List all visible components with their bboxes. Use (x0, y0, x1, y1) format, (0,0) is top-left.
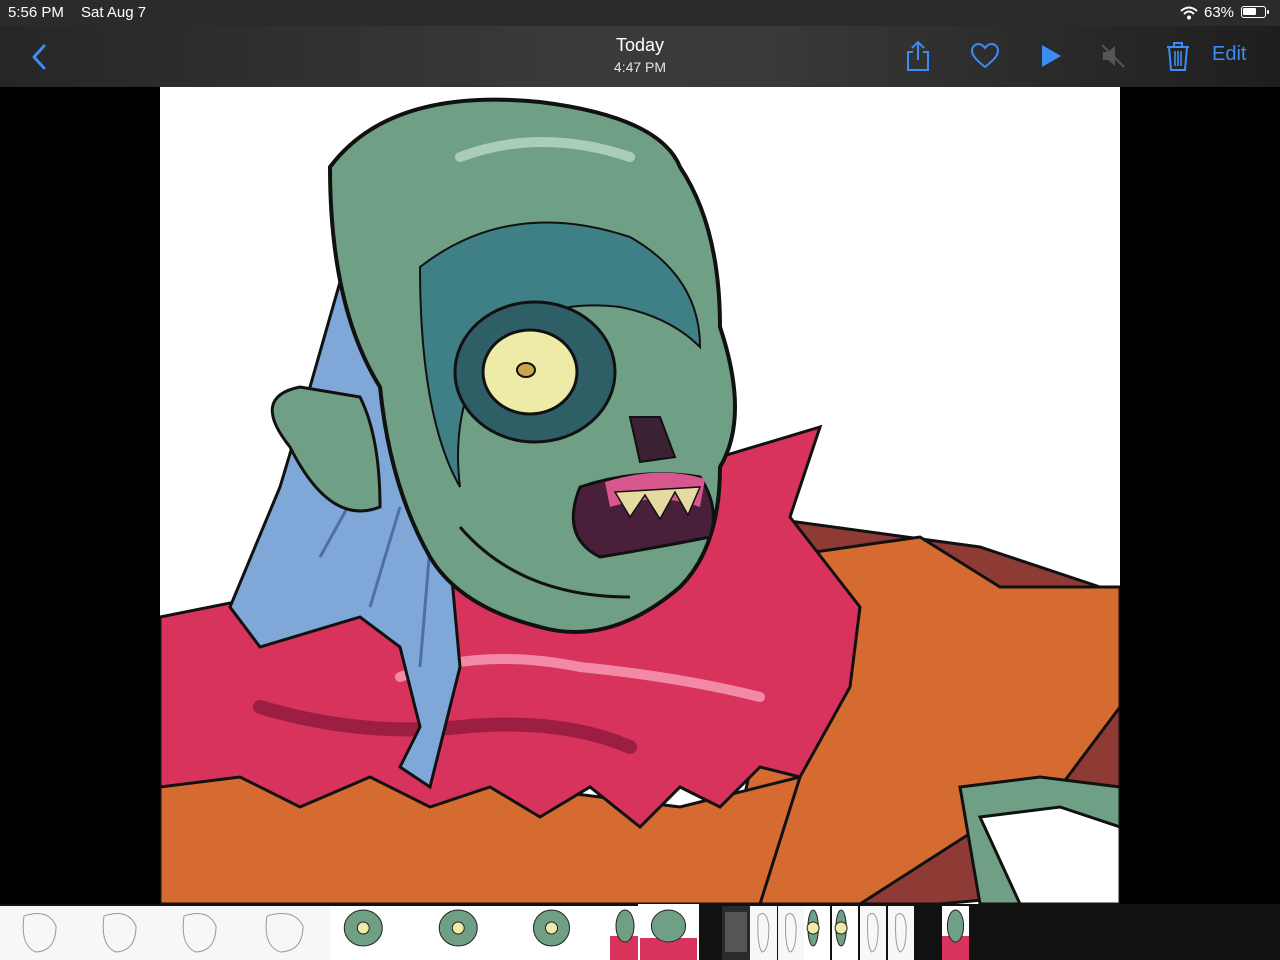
filmstrip-thumbnail[interactable] (610, 906, 640, 960)
filmstrip-thumbnail[interactable] (240, 906, 330, 960)
filmstrip[interactable] (0, 904, 1280, 960)
status-time: 5:56 PM (8, 4, 64, 21)
share-button[interactable] (900, 38, 936, 74)
filmstrip-thumbnail[interactable] (778, 906, 804, 960)
filmstrip-thumbnail[interactable] (832, 906, 858, 960)
zombie-illustration (160, 97, 1120, 904)
battery-percent: 63% (1204, 4, 1235, 21)
pupil (516, 362, 536, 378)
filmstrip-thumbnail[interactable] (942, 906, 969, 960)
nav-subtitle: 4:47 PM (613, 59, 667, 75)
speaker-muted-icon (1101, 44, 1125, 68)
back-button[interactable] (22, 40, 56, 74)
filmstrip-thumbnail[interactable] (888, 906, 914, 960)
filmstrip-thumbnail[interactable] (330, 906, 425, 960)
heart-icon (970, 42, 1000, 69)
filmstrip-thumbnail[interactable] (750, 906, 777, 960)
teeth (613, 486, 702, 521)
battery-icon (1241, 6, 1269, 18)
play-icon (1042, 45, 1061, 67)
delete-button[interactable] (1160, 38, 1196, 74)
status-date: Sat Aug 7 (81, 4, 147, 21)
filmstrip-thumbnail[interactable] (722, 906, 750, 960)
filmstrip-thumbnail[interactable] (520, 906, 610, 960)
filmstrip-thumbnail[interactable] (0, 906, 80, 960)
filmstrip-thumbnail[interactable] (804, 906, 830, 960)
share-icon (907, 40, 929, 71)
edit-button[interactable]: Edit (1212, 43, 1246, 66)
nav-title: Today (615, 35, 665, 55)
filmstrip-thumbnail[interactable] (638, 904, 699, 960)
wifi-icon (1180, 6, 1198, 20)
filmstrip-thumbnail[interactable] (80, 906, 160, 960)
trash-icon (1167, 42, 1189, 71)
chevron-left-icon (32, 44, 46, 70)
photo-viewer[interactable] (160, 87, 1120, 904)
filmstrip-thumbnail[interactable] (860, 906, 886, 960)
nav-bar: Today 4:47 PM Edit (0, 26, 1280, 87)
mute-button[interactable] (1095, 38, 1131, 74)
filmstrip-thumbnail[interactable] (160, 906, 240, 960)
status-bar: 5:56 PM Sat Aug 7 63% (0, 0, 1280, 26)
favorite-button[interactable] (967, 38, 1003, 74)
play-button[interactable] (1033, 38, 1069, 74)
filmstrip-thumbnail[interactable] (425, 906, 520, 960)
